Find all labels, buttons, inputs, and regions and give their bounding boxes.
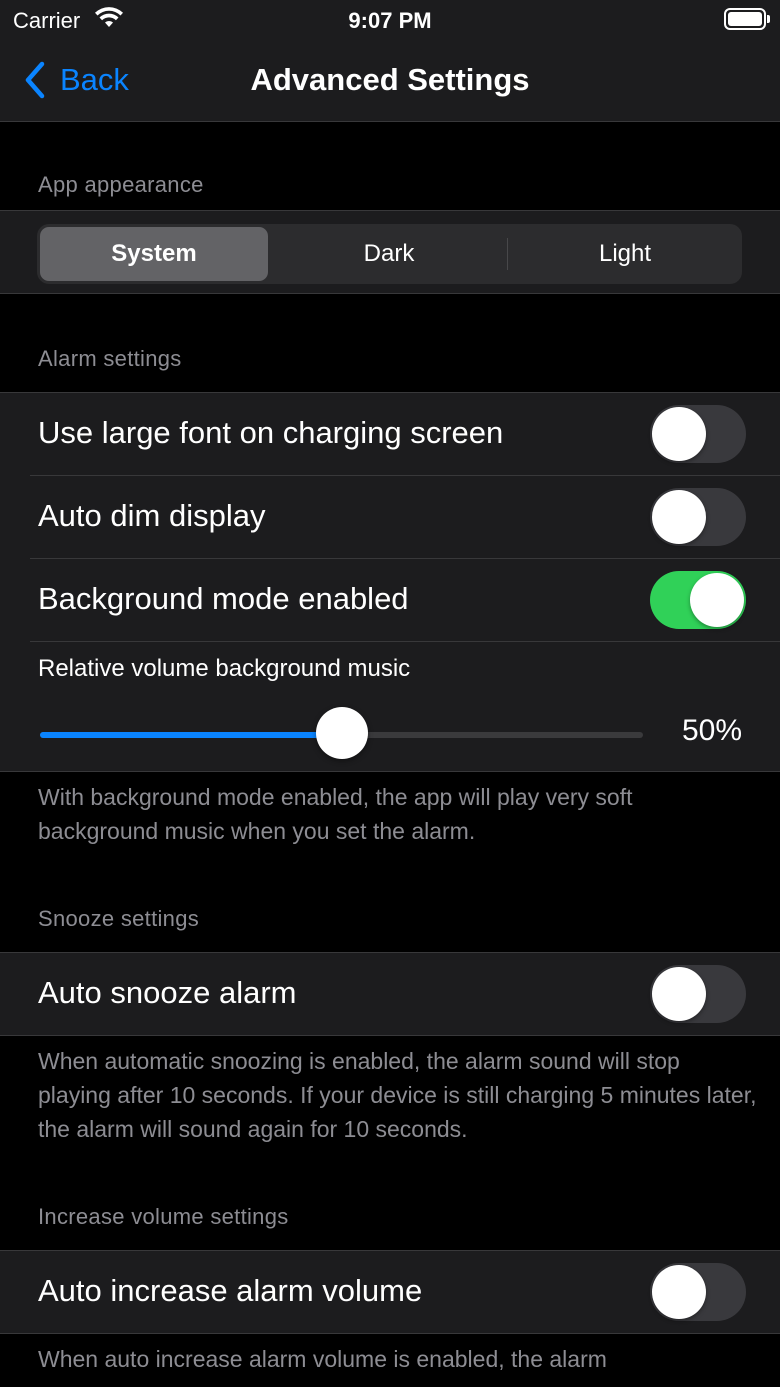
volume-slider-thumb[interactable] — [315, 707, 368, 759]
auto-snooze-toggle[interactable] — [650, 965, 746, 1023]
row-volume-slider: Relative volume background music 50% — [0, 642, 780, 773]
row-auto-snooze: Auto snooze alarm — [0, 953, 780, 1036]
appearance-panel: System Dark Light — [0, 210, 780, 294]
large-font-toggle[interactable] — [650, 405, 746, 463]
page-title: Advanced Settings — [250, 62, 530, 97]
segment-dark[interactable]: Dark — [275, 227, 503, 281]
row-large-font: Use large font on charging screen — [0, 393, 780, 476]
clock-label: 9:07 PM — [348, 8, 432, 33]
background-mode-label: Background mode enabled — [38, 581, 409, 616]
toggle-knob — [652, 490, 706, 544]
background-mode-toggle[interactable] — [650, 571, 746, 629]
snooze-panel: Auto snooze alarm — [0, 952, 780, 1036]
auto-increase-label: Auto increase alarm volume — [38, 1273, 423, 1308]
large-font-label: Use large font on charging screen — [38, 415, 504, 450]
segment-light[interactable]: Light — [511, 227, 739, 281]
section-header-alarm: Alarm settings — [38, 346, 182, 371]
volume-value: 50% — [681, 714, 742, 747]
toggle-knob — [652, 1265, 706, 1319]
toggle-knob — [690, 573, 744, 627]
section-header-appearance: App appearance — [38, 172, 204, 197]
status-bar: Carrier 9:07 PM — [0, 0, 780, 40]
background-mode-footer: With background mode enabled, the app wi… — [38, 784, 633, 844]
increase-volume-panel: Auto increase alarm volume — [0, 1250, 780, 1334]
auto-dim-label: Auto dim display — [38, 498, 266, 533]
section-header-snooze: Snooze settings — [38, 906, 200, 931]
battery-icon — [724, 8, 770, 30]
navigation-bar: Back Advanced Settings — [0, 40, 780, 122]
segment-system[interactable]: System — [40, 227, 268, 281]
segment-divider — [507, 238, 508, 270]
row-auto-increase: Auto increase alarm volume — [0, 1251, 780, 1334]
appearance-segmented-control: System Dark Light — [37, 224, 742, 284]
auto-snooze-label: Auto snooze alarm — [38, 975, 297, 1010]
volume-slider-label: Relative volume background music — [38, 655, 411, 682]
auto-snooze-footer: When automatic snoozing is enabled, the … — [38, 1048, 757, 1142]
row-background-mode: Background mode enabled — [0, 559, 780, 642]
auto-dim-toggle[interactable] — [650, 488, 746, 546]
row-auto-dim: Auto dim display — [0, 476, 780, 559]
auto-increase-footer: When auto increase alarm volume is enabl… — [38, 1346, 607, 1372]
alarm-panel: Use large font on charging screen Auto d… — [0, 392, 780, 772]
section-header-increase-volume: Increase volume settings — [38, 1204, 289, 1229]
toggle-knob — [652, 967, 706, 1021]
toggle-knob — [652, 407, 706, 461]
volume-slider-fill — [40, 732, 342, 738]
auto-increase-toggle[interactable] — [650, 1263, 746, 1321]
volume-slider[interactable] — [40, 707, 643, 759]
